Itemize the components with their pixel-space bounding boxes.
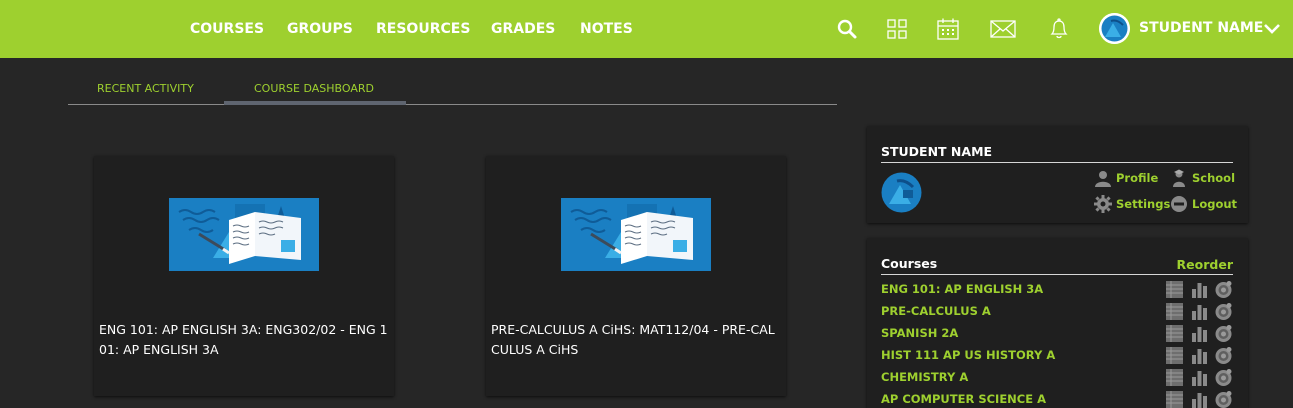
gradebook-icon[interactable] — [1165, 302, 1184, 321]
course-link[interactable]: AP COMPUTER SCIENCE A — [881, 392, 1046, 406]
mail-icon[interactable] — [989, 15, 1017, 43]
list-item: ENG 101: AP ENGLISH 3A — [881, 279, 1233, 301]
nav-grades[interactable]: GRADES — [491, 21, 555, 37]
list-item: AP COMPUTER SCIENCE A — [881, 389, 1233, 408]
alerts-icon[interactable] — [1214, 346, 1233, 365]
user-menu-name[interactable]: STUDENT NAME — [1139, 20, 1263, 36]
alerts-icon[interactable] — [1214, 390, 1233, 408]
gear-icon — [1094, 195, 1112, 213]
bar-chart-icon[interactable] — [1190, 368, 1209, 387]
courses-panel-title: Courses — [881, 256, 938, 271]
list-item: PRE-CALCULUS A — [881, 301, 1233, 323]
course-thumbnail — [169, 198, 319, 271]
active-tab-indicator — [224, 101, 406, 105]
course-link[interactable]: ENG 101: AP ENGLISH 3A — [881, 282, 1043, 296]
list-item: SPANISH 2A — [881, 323, 1233, 345]
tab-course-dashboard[interactable]: COURSE DASHBOARD — [254, 82, 374, 95]
logout-link[interactable]: Logout — [1192, 197, 1237, 211]
settings-link[interactable]: Settings — [1116, 197, 1170, 211]
course-card-title[interactable]: ENG 101: AP ENGLISH 3A: ENG302/02 - ENG … — [99, 320, 389, 360]
gradebook-icon[interactable] — [1165, 368, 1184, 387]
gradebook-icon[interactable] — [1165, 280, 1184, 299]
gradebook-icon[interactable] — [1165, 346, 1184, 365]
dashboard-tabs: RECENT ACTIVITY COURSE DASHBOARD — [68, 72, 837, 105]
course-link[interactable]: SPANISH 2A — [881, 326, 958, 340]
nav-resources[interactable]: RESOURCES — [376, 21, 470, 37]
alerts-icon[interactable] — [1214, 302, 1233, 321]
gradebook-icon[interactable] — [1165, 324, 1184, 343]
chevron-down-icon[interactable] — [1258, 15, 1286, 43]
course-link[interactable]: CHEMISTRY A — [881, 370, 968, 384]
school-icon — [1170, 169, 1188, 187]
profile-panel-name: STUDENT NAME — [881, 144, 1233, 163]
course-card-title[interactable]: PRE-CALCULUS A CiHS: MAT112/04 - PRE-CAL… — [491, 320, 781, 360]
course-card[interactable]: ENG 101: AP ENGLISH 3A: ENG302/02 - ENG … — [94, 156, 394, 396]
gradebook-icon[interactable] — [1165, 390, 1184, 408]
nav-groups[interactable]: GROUPS — [287, 21, 353, 37]
bar-chart-icon[interactable] — [1190, 324, 1209, 343]
apps-grid-icon[interactable] — [883, 15, 911, 43]
calendar-icon[interactable] — [934, 15, 962, 43]
nav-courses[interactable]: COURSES — [190, 21, 264, 37]
school-link[interactable]: School — [1192, 171, 1235, 185]
alerts-icon[interactable] — [1214, 280, 1233, 299]
bar-chart-icon[interactable] — [1190, 280, 1209, 299]
avatar[interactable] — [881, 172, 922, 213]
avatar[interactable] — [1099, 13, 1130, 44]
courses-panel: Courses Reorder ENG 101: AP ENGLISH 3A PR… — [867, 238, 1248, 408]
courses-panel-header: Courses Reorder — [881, 256, 1233, 275]
notifications-icon[interactable] — [1045, 15, 1073, 43]
profile-link[interactable]: Profile — [1116, 171, 1158, 185]
bar-chart-icon[interactable] — [1190, 302, 1209, 321]
course-card[interactable]: PRE-CALCULUS A CiHS: MAT112/04 - PRE-CAL… — [486, 156, 786, 396]
bar-chart-icon[interactable] — [1190, 346, 1209, 365]
bar-chart-icon[interactable] — [1190, 390, 1209, 408]
alerts-icon[interactable] — [1214, 368, 1233, 387]
list-item: HIST 111 AP US HISTORY A — [881, 345, 1233, 367]
course-link[interactable]: HIST 111 AP US HISTORY A — [881, 348, 1055, 362]
search-icon[interactable] — [833, 15, 861, 43]
logout-icon — [1170, 195, 1188, 213]
alerts-icon[interactable] — [1214, 324, 1233, 343]
course-link[interactable]: PRE-CALCULUS A — [881, 304, 991, 318]
nav-notes[interactable]: NOTES — [580, 21, 633, 37]
profile-panel: STUDENT NAME Profile School Settings Log… — [867, 126, 1248, 223]
tab-recent-activity[interactable]: RECENT ACTIVITY — [97, 82, 194, 95]
course-thumbnail — [561, 198, 711, 271]
reorder-link[interactable]: Reorder — [1177, 257, 1233, 272]
profile-icon — [1094, 169, 1112, 187]
list-item: CHEMISTRY A — [881, 367, 1233, 389]
top-navigation-bar: COURSES GROUPS RESOURCES GRADES NOTES ST… — [0, 0, 1293, 58]
